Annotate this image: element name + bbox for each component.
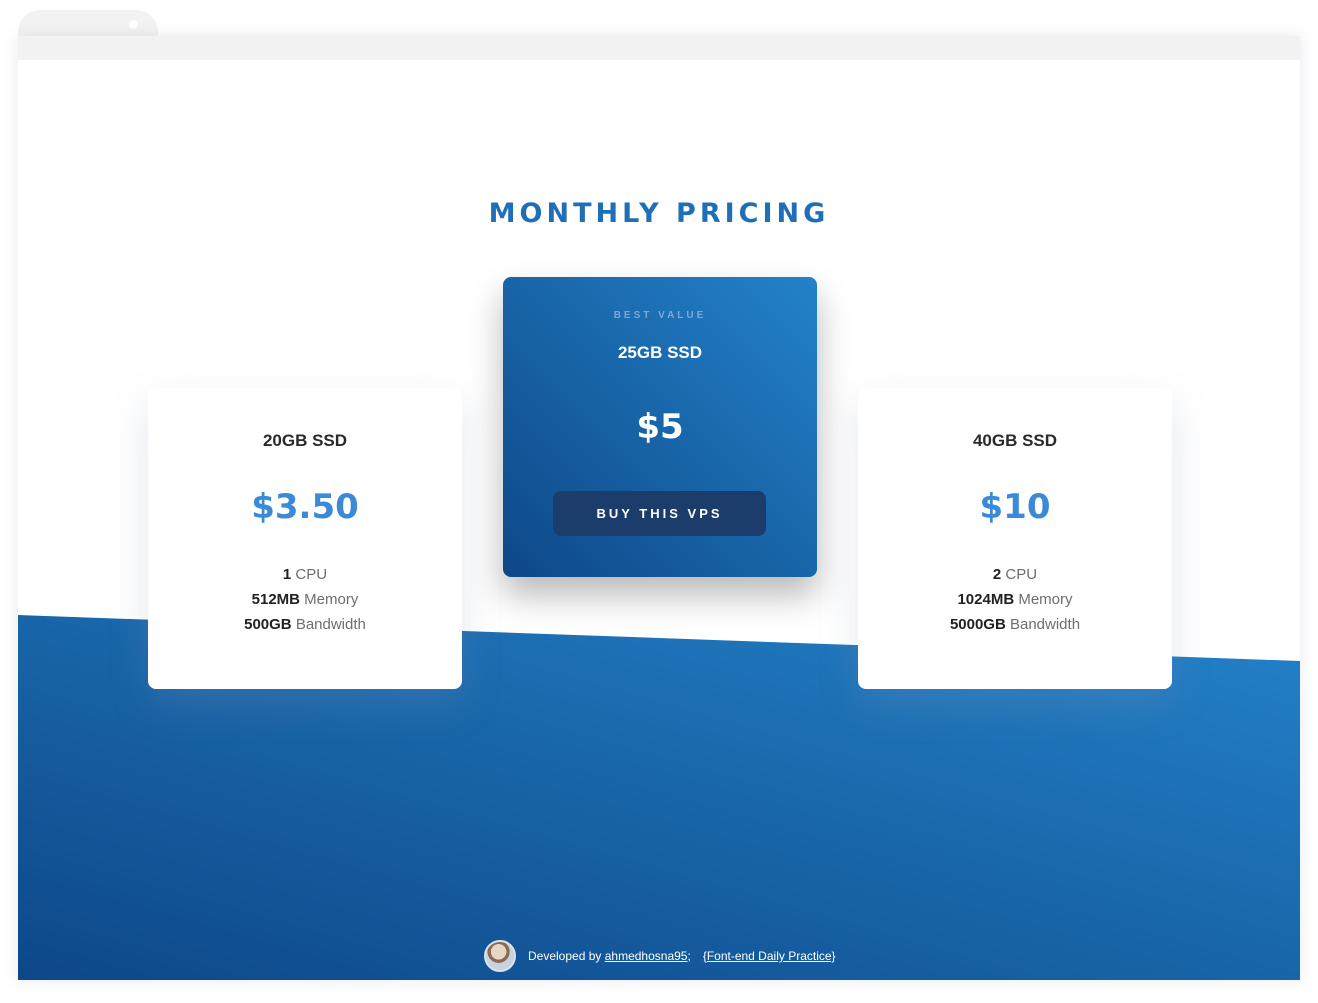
- plan-price: $10: [979, 487, 1051, 527]
- pricing-card-pro: 40GB SSD $10 2 CPU 1024MB Memory 5000GB …: [858, 388, 1172, 689]
- author-avatar[interactable]: [484, 940, 516, 972]
- footer-text: Developed by ahmedhosna95;: [528, 949, 691, 963]
- footer-credits: Developed by ahmedhosna95; {Font-end Dai…: [484, 940, 836, 972]
- feature-bandwidth: 5000GB Bandwidth: [949, 616, 1081, 633]
- plan-features: 1 CPU 512MB Memory 500GB Bandwidth: [148, 562, 462, 637]
- plan-features: 2 CPU 1024MB Memory 5000GB Bandwidth: [858, 562, 1172, 637]
- pricing-card-best-value: BEST VALUE 25GB SSD $5 BUY THIS VPS: [503, 277, 817, 577]
- pricing-card-basic: 20GB SSD $3.50 1 CPU 512MB Memory 500GB …: [148, 388, 462, 689]
- plan-price: $5: [636, 407, 684, 447]
- plan-name: 20GB SSD: [262, 431, 348, 450]
- feature-cpu: 2 CPU: [992, 566, 1038, 583]
- feature-bandwidth: 500GB Bandwidth: [244, 616, 366, 633]
- plan-price: $3.50: [251, 487, 359, 527]
- browser-window: MONTHLY PRICING 20GB SSD $3.50 1 CPU 512…: [18, 36, 1300, 980]
- feature-memory: 512MB Memory: [251, 591, 359, 608]
- tab-indicator-icon: [129, 20, 138, 29]
- feature-memory: 1024MB Memory: [957, 591, 1073, 608]
- buy-vps-button[interactable]: BUY THIS VPS: [553, 491, 766, 536]
- plan-name: 25GB SSD: [617, 343, 703, 362]
- plan-name: 40GB SSD: [972, 431, 1058, 450]
- best-value-badge: BEST VALUE: [613, 310, 707, 321]
- feature-cpu: 1 CPU: [282, 566, 328, 583]
- page-title: MONTHLY PRICING: [488, 198, 830, 229]
- author-link[interactable]: ahmedhosna95: [605, 949, 688, 963]
- project-link[interactable]: {Font-end Daily Practice}: [703, 949, 836, 963]
